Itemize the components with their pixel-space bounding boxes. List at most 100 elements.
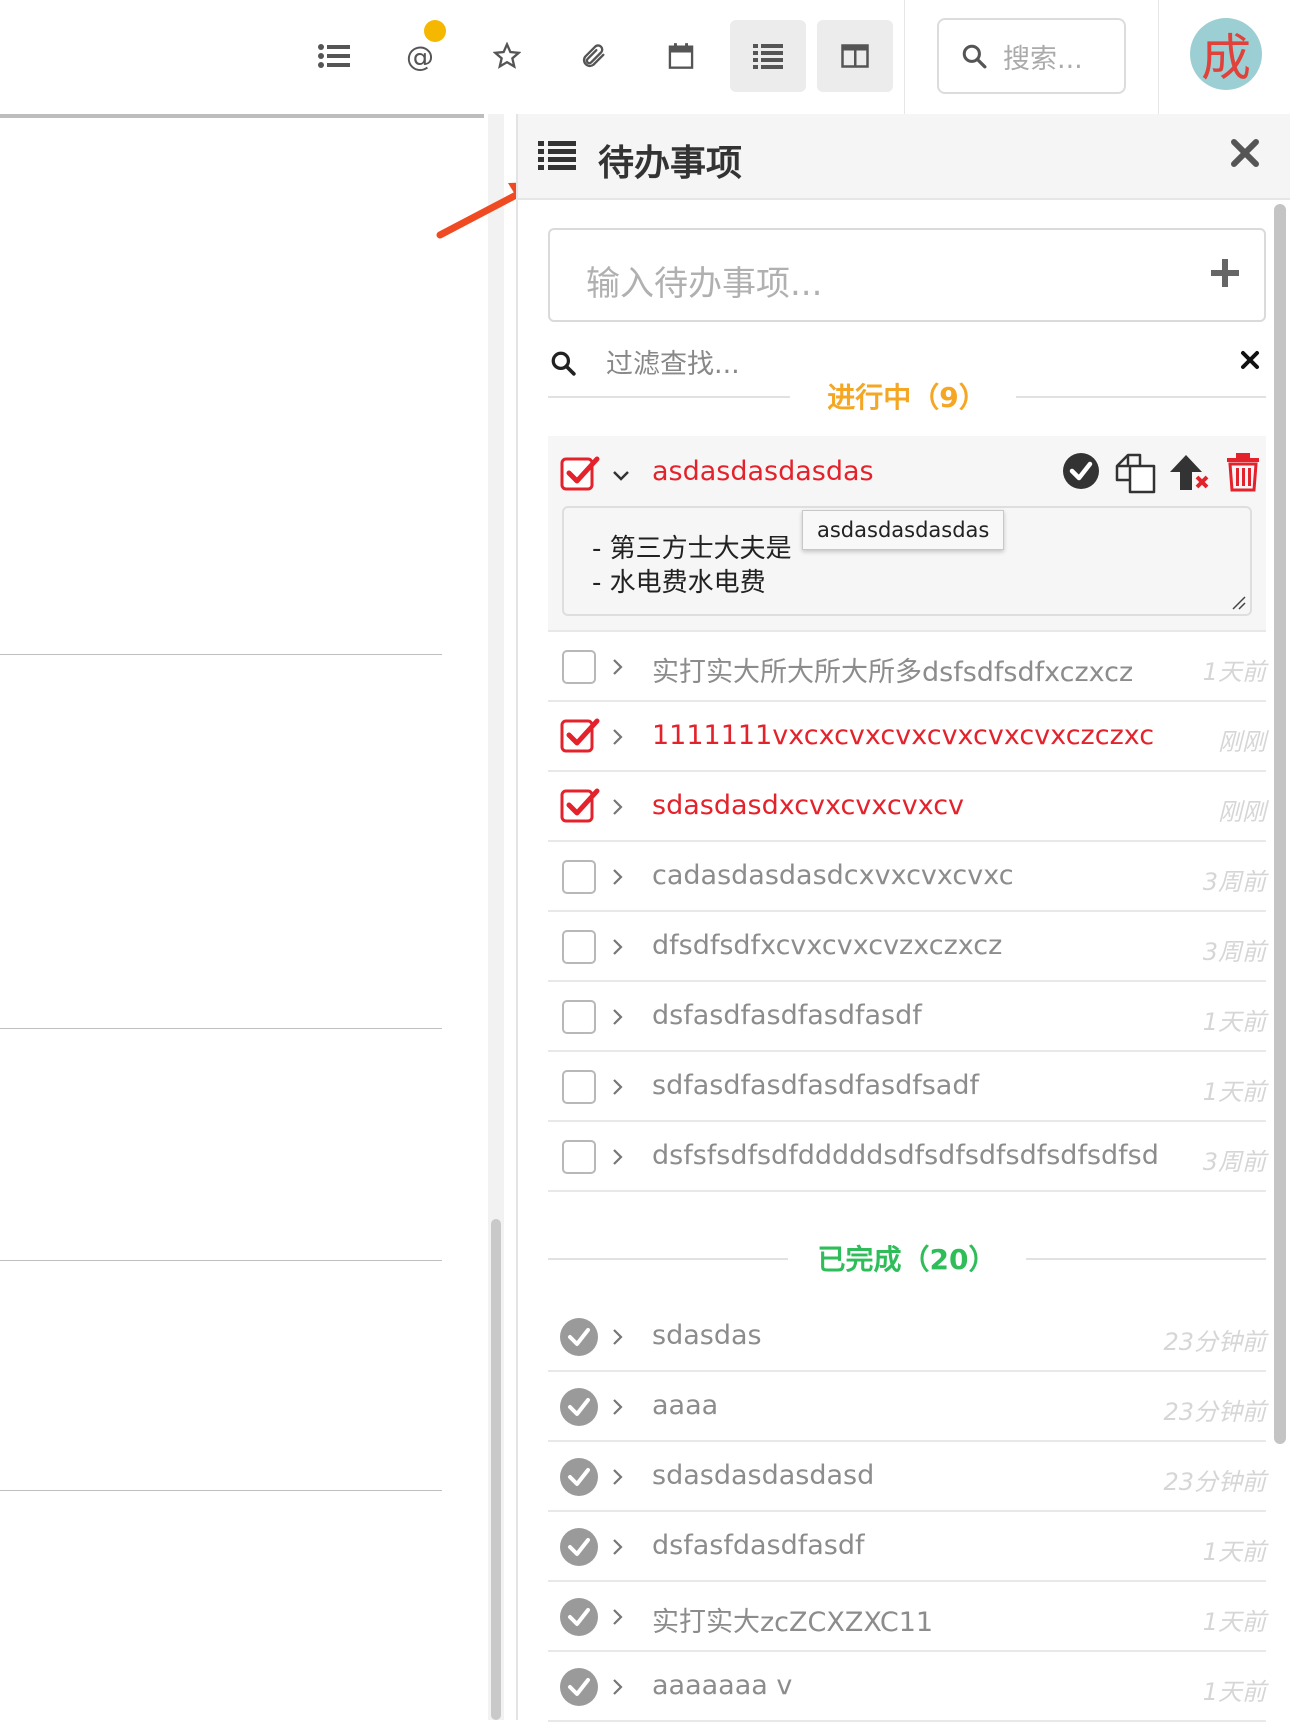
todo-item-label[interactable]: dsfasdfasdfasdfasdf [652,1000,922,1031]
checkbox[interactable] [562,1000,596,1034]
complete-icon[interactable] [1062,452,1100,490]
editor-area [0,114,504,1720]
todo-item[interactable]: dsfasdfasdfasdfasdf 1天前 [548,982,1266,1052]
todo-item[interactable]: dfsdfsdfxcvxcvxcvzxczxcz 3周前 [548,912,1266,982]
chevron-right-icon[interactable] [612,1608,624,1626]
todo-item-time: 3周前 [1202,1148,1266,1176]
completed-label: 已完成（20） [817,1243,997,1276]
mentions-button[interactable]: @ [382,20,458,92]
chevron-right-icon[interactable] [612,658,624,676]
completed-heading: 已完成（20） [548,1238,1266,1278]
chevron-right-icon[interactable] [612,868,624,886]
todo-item-time: 23分钟前 [1163,1398,1266,1426]
tooltip: asdasdasdasdas [802,510,1005,550]
plus-icon[interactable] [1210,258,1240,288]
todo-item-label[interactable]: 实打实大所大所大所多dsfsdfsdfxczxcz [652,650,1133,689]
search-input[interactable]: 搜索... [937,18,1126,94]
search-icon [551,351,576,376]
completed-item[interactable]: aaaaaaa v 1天前 [548,1652,1266,1722]
todo-list-icon [538,141,576,170]
todo-item[interactable]: dsfsfsdfsdfdddddsdfsdfsdfsdfsdfsdfsd 3周前 [548,1122,1266,1192]
completed-check-icon[interactable] [560,1388,598,1426]
outline-list-button[interactable] [296,20,372,92]
chevron-right-icon[interactable] [612,728,624,746]
todo-item[interactable]: sdfasdfasdfasdfasdfsadf 1天前 [548,1052,1266,1122]
todo-item-label[interactable]: 1111111vxcxcvxcvxcvxcvxcvxczczxc [652,720,1154,751]
completed-check-icon[interactable] [560,1458,598,1496]
move-up-remove-icon[interactable] [1168,452,1212,494]
todo-item[interactable]: 1111111vxcxcvxcvxcvxcvxcvxczczxc 刚刚 [548,702,1266,772]
todo-item-label[interactable]: sdasdas [652,1320,762,1351]
toolbar-divider [904,0,905,114]
checked-box-icon[interactable] [560,716,600,754]
completed-item[interactable]: sdasdasdasdasd 23分钟前 [548,1442,1266,1512]
checkbox[interactable] [562,860,596,894]
todo-item-label[interactable]: aaaaaaa v [652,1670,792,1701]
checkbox[interactable] [562,1070,596,1104]
in-progress-heading: 进行中（9） [548,376,1266,416]
favorites-button[interactable] [469,20,545,92]
todo-item-label[interactable]: dfsdfsdfxcvxcvxcvzxczxcz [652,930,1002,961]
checked-box-icon[interactable] [560,786,600,824]
checkbox[interactable] [562,1140,596,1174]
calendar-button[interactable] [643,20,719,92]
todo-item-label[interactable]: dsfasfdasdfasdf [652,1530,864,1561]
todo-item-time: 1天前 [1202,1678,1266,1706]
checkbox[interactable] [562,930,596,964]
chevron-right-icon[interactable] [612,1008,624,1026]
chevron-right-icon[interactable] [612,1148,624,1166]
completed-item[interactable]: dsfasfdasdfasdf 1天前 [548,1512,1266,1582]
todo-panel: 待办事项 输入待办事项... 过滤查找... 进行中（9） asdasdasda… [516,114,1290,1722]
completed-item[interactable]: sdasdas 23分钟前 [548,1302,1266,1372]
chevron-right-icon[interactable] [612,1078,624,1096]
completed-check-icon[interactable] [560,1668,598,1706]
split-view-icon [841,44,869,68]
avatar[interactable]: 成 [1190,18,1262,90]
checked-box-icon[interactable] [560,454,600,492]
todo-item[interactable]: 实打实大所大所大所多dsfsdfsdfxczxcz 1天前 [548,632,1266,702]
todo-item[interactable]: cadasdasdasdcxvxcvxcvxc 3周前 [548,842,1266,912]
attachments-button[interactable] [556,20,632,92]
chevron-down-icon[interactable] [612,470,630,482]
chevron-right-icon[interactable] [612,1328,624,1346]
clear-filter-icon[interactable] [1240,350,1260,370]
panel-header: 待办事项 [518,114,1290,200]
completed-item[interactable]: aaaa 23分钟前 [548,1372,1266,1442]
trash-icon[interactable] [1226,452,1260,492]
chevron-right-icon[interactable] [612,1678,624,1696]
close-icon[interactable] [1230,138,1260,168]
panel-scrollbar-thumb[interactable] [1274,204,1286,1444]
todo-item-label[interactable]: sdfasdfasdfasdfasdfsadf [652,1070,979,1101]
todo-item-label[interactable]: aaaa [652,1390,718,1421]
chevron-right-icon[interactable] [612,1468,624,1486]
todo-item-label[interactable]: sdasdasdxcvxcvxcvxcv [652,790,964,821]
chevron-right-icon[interactable] [612,1538,624,1556]
todo-item-expanded[interactable]: asdasdasdasdas - 第三方士大夫是 - 水电费水电费 asdasd… [548,436,1266,632]
todo-item-label[interactable]: sdasdasdasdasd [652,1460,874,1491]
todo-panel-button[interactable] [730,20,806,92]
panel-title: 待办事项 [598,143,743,184]
chevron-right-icon[interactable] [612,798,624,816]
chevron-right-icon[interactable] [612,1398,624,1416]
completed-check-icon[interactable] [560,1318,598,1356]
copy-icon[interactable] [1114,452,1156,494]
todo-item[interactable]: sdasdasdxcvxcvxcvxcv 刚刚 [548,772,1266,842]
todo-item-label[interactable]: dsfsfsdfsdfdddddsdfsdfsdfsdfsdfsdfsd [652,1140,1159,1171]
todo-item-label[interactable]: 实打实大zcZCXZXC11 [652,1600,933,1639]
todo-item-label[interactable]: asdasdasdasdas [652,456,874,487]
chevron-right-icon[interactable] [612,938,624,956]
editor-top-border [0,114,484,118]
add-todo-input[interactable]: 输入待办事项... [548,228,1266,322]
editor-scrollbar-thumb[interactable] [491,1219,501,1720]
search-icon [962,44,987,69]
checkbox[interactable] [562,650,596,684]
todo-item-time: 23分钟前 [1163,1328,1266,1356]
todo-item-time: 1天前 [1202,1078,1266,1106]
completed-item[interactable]: 实打实大zcZCXZXC11 1天前 [548,1582,1266,1652]
completed-check-icon[interactable] [560,1528,598,1566]
todo-item-label[interactable]: cadasdasdasdcxvxcvxcvxc [652,860,1014,891]
completed-check-icon[interactable] [560,1598,598,1636]
divider-line [0,1260,442,1261]
resize-handle-icon[interactable] [1230,594,1246,610]
split-view-button[interactable] [817,20,893,92]
